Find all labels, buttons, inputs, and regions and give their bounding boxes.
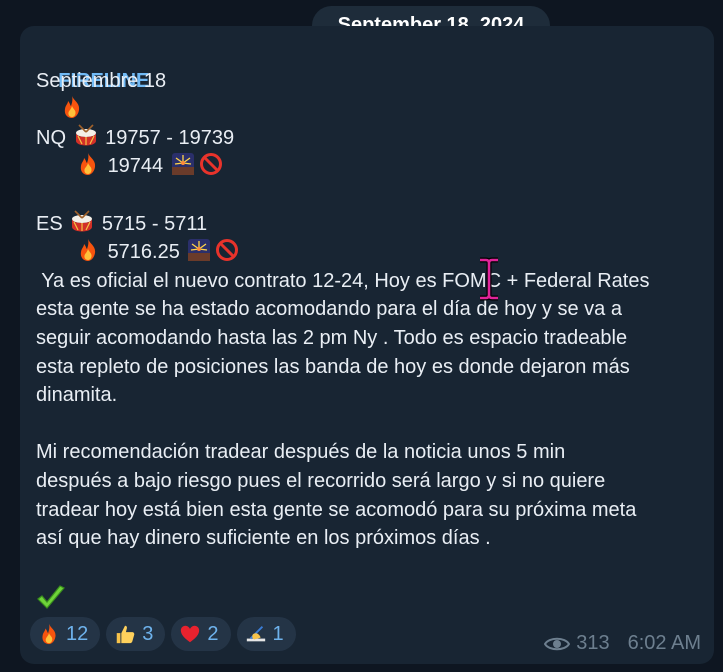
reaction-thumbs-up[interactable]: 3: [106, 617, 166, 651]
paragraph1-line: seguir acomodando hasta las 2 pm Ny . To…: [36, 326, 628, 349]
paragraph1-line: esta gente se ha estado acomodando para …: [36, 298, 622, 321]
fireworks-icon: [187, 238, 211, 262]
es-level-line: 5716.25: [36, 238, 706, 267]
paragraph2-line: así que hay dinero suficiente en los pró…: [36, 527, 491, 550]
reaction-fire[interactable]: 12: [30, 617, 101, 651]
writing-hand-emoji-icon: [245, 623, 267, 645]
paragraph2-line: tradear hoy está bien esta gente se acom…: [36, 498, 637, 521]
nq-label: NQ: [36, 126, 66, 149]
message-time: 6:02 AM: [627, 632, 701, 654]
message-text: FIRELINE Septiembre 18 NQ 19757 - 19739 …: [36, 38, 706, 553]
date-line: Septiembre 18: [36, 69, 167, 92]
drum-icon: [70, 210, 94, 234]
prohibited-icon: [215, 238, 239, 262]
check-mark-icon: [36, 584, 66, 612]
heart-emoji-icon: [179, 623, 201, 645]
drum-icon: [74, 124, 98, 148]
message-meta: 313 6:02 AM: [544, 632, 701, 655]
es-level: 5716.25: [107, 241, 180, 264]
reaction-count: 1: [272, 622, 284, 645]
paragraph1-line: dinamita.: [36, 384, 118, 407]
text-cursor-icon: [480, 257, 498, 301]
author-line: FIRELINE: [36, 38, 706, 67]
es-range-line: ES 5715 - 5711: [36, 210, 706, 239]
reaction-count: 2: [207, 622, 219, 645]
es-range: 5715 - 5711: [101, 212, 208, 235]
nq-range-line: NQ 19757 - 19739: [36, 124, 706, 153]
fire-emoji-icon: [38, 623, 60, 645]
eye-icon: [544, 635, 570, 653]
paragraph2-line: Mi recomendación tradear después de la n…: [36, 441, 566, 464]
nq-range: 19757 - 19739: [105, 126, 235, 149]
paragraph1-line: esta repleto de posiciones las banda de …: [36, 355, 630, 378]
nq-level: 19744: [107, 155, 164, 178]
fire-icon: [76, 152, 100, 176]
reaction-writing-hand[interactable]: 1: [236, 617, 296, 651]
paragraph2-line: después a bajo riesgo pues el recorrido …: [36, 469, 606, 492]
nq-level-line: 19744: [36, 152, 706, 181]
fire-icon: [76, 238, 100, 262]
es-label: ES: [36, 212, 63, 235]
reactions-bar: 12 3 2 1: [30, 617, 296, 651]
fireworks-icon: [171, 152, 195, 176]
fire-icon: [60, 95, 84, 119]
thumbs-up-emoji-icon: [114, 623, 136, 645]
reaction-heart[interactable]: 2: [171, 617, 231, 651]
reaction-count: 3: [142, 622, 154, 645]
paragraph1-line: Ya es oficial el nuevo contrato 12-24, H…: [36, 269, 650, 292]
view-count: 313: [576, 632, 610, 654]
reaction-count: 12: [66, 622, 89, 645]
prohibited-icon: [199, 152, 223, 176]
